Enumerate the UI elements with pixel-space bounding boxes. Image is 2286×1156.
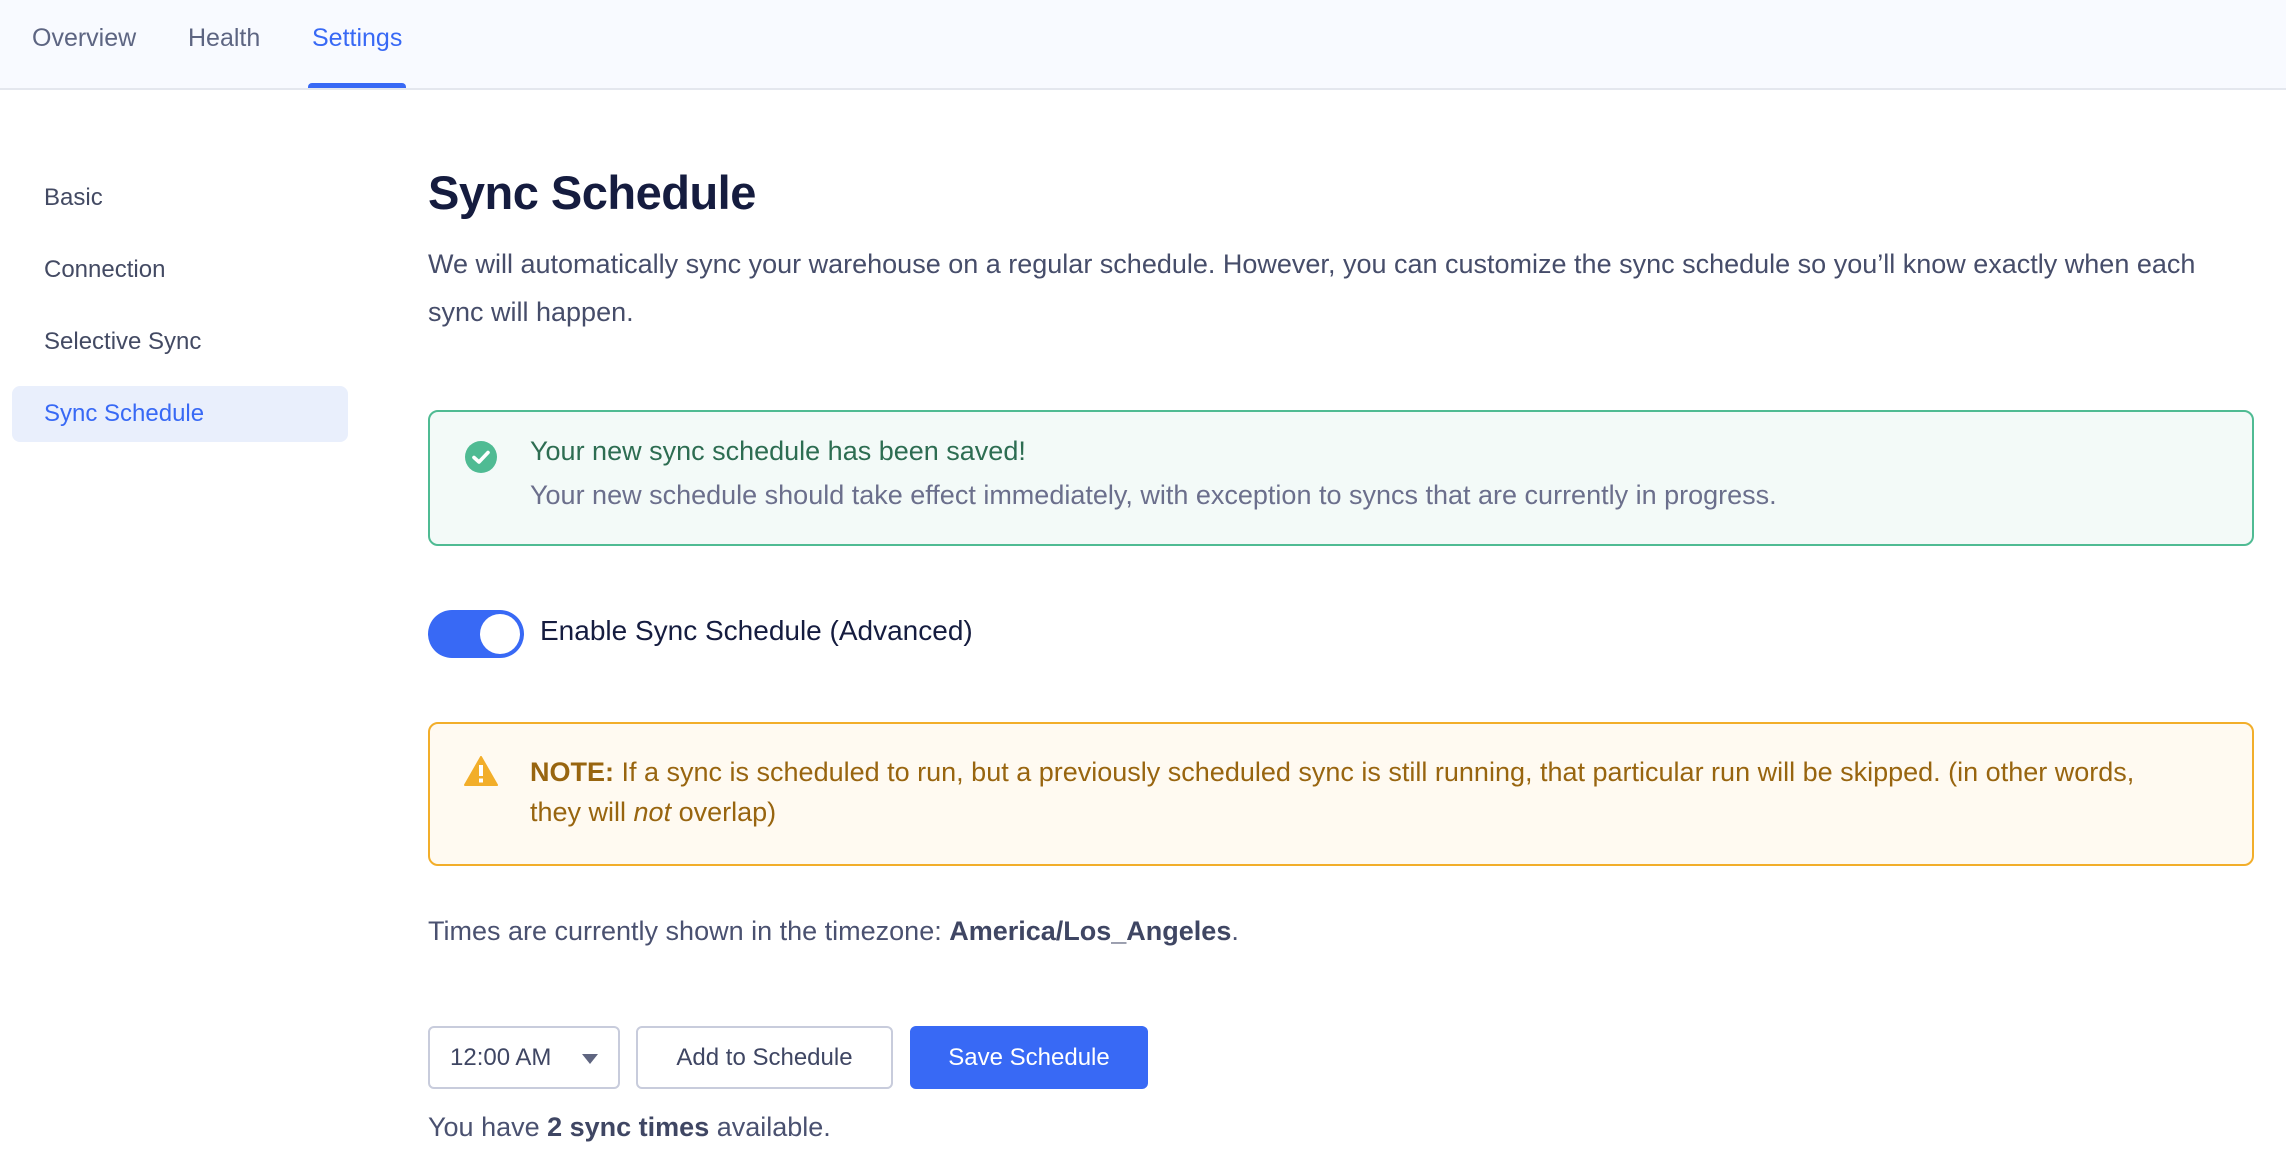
warning-text-after: overlap) xyxy=(671,797,777,827)
time-select[interactable]: 12:00 AM xyxy=(428,1026,620,1089)
timezone-info: Times are currently shown in the timezon… xyxy=(428,916,1239,947)
sidebar-item-connection[interactable]: Connection xyxy=(12,242,348,298)
success-alert-title: Your new sync schedule has been saved! xyxy=(530,436,1026,466)
top-tab-bar: Overview Health Settings xyxy=(0,0,2286,90)
sidebar-item-sync-schedule[interactable]: Sync Schedule xyxy=(12,386,348,442)
sidebar-item-selective-sync[interactable]: Selective Sync xyxy=(12,314,348,370)
warning-triangle-icon xyxy=(464,756,498,790)
tab-overview[interactable]: Overview xyxy=(32,0,136,88)
availability-prefix: You have xyxy=(428,1112,548,1142)
check-circle-icon xyxy=(464,440,498,474)
caret-down-icon xyxy=(582,1054,598,1064)
enable-sync-schedule-label[interactable]: Enable Sync Schedule (Advanced) xyxy=(540,615,973,647)
success-alert-body: Your new schedule should take effect imm… xyxy=(530,480,1777,510)
time-select-value: 12:00 AM xyxy=(450,1044,552,1071)
timezone-value: America/Los_Angeles xyxy=(949,916,1232,946)
warning-alert-text: NOTE: If a sync is scheduled to run, but… xyxy=(530,752,2192,832)
timezone-prefix: Times are currently shown in the timezon… xyxy=(428,916,950,946)
toggle-knob xyxy=(480,614,520,654)
add-to-schedule-button[interactable]: Add to Schedule xyxy=(636,1026,893,1089)
timezone-suffix: . xyxy=(1231,916,1239,946)
tab-health[interactable]: Health xyxy=(188,0,260,88)
warning-alert: NOTE: If a sync is scheduled to run, but… xyxy=(428,722,2254,866)
page-title: Sync Schedule xyxy=(428,166,756,219)
warning-prefix: NOTE: xyxy=(530,757,614,787)
page-description: We will automatically sync your warehous… xyxy=(428,249,2196,327)
warning-emphasis: not xyxy=(633,797,672,827)
tab-settings[interactable]: Settings xyxy=(307,0,407,88)
sync-times-available: You have 2 sync times available. xyxy=(428,1112,831,1143)
availability-count: 2 sync times xyxy=(547,1112,710,1142)
availability-suffix: available. xyxy=(709,1112,831,1142)
save-schedule-button[interactable]: Save Schedule xyxy=(910,1026,1148,1089)
sidebar-item-basic[interactable]: Basic xyxy=(12,170,348,226)
enable-sync-schedule-toggle[interactable] xyxy=(428,610,524,658)
success-alert: Your new sync schedule has been saved! Y… xyxy=(428,410,2254,546)
